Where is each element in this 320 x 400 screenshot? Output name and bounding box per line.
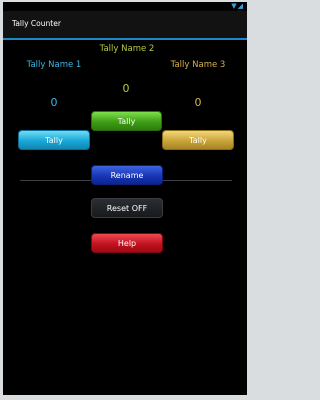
rename-button[interactable]: Rename [91,165,163,185]
tally-1-count: 0 [50,96,58,109]
app-screen: ▼◢ Tally Counter Tally Name 2 0 Tally Ta… [3,2,247,395]
tally-3-count: 0 [194,96,202,109]
status-bar: ▼◢ [3,2,247,11]
tally-3-button[interactable]: Tally [162,130,234,150]
tally-2-button[interactable]: Tally [91,111,162,131]
tally-2-count: 0 [122,82,130,95]
tally-3-name: Tally Name 3 [170,60,226,70]
tally-2-name: Tally Name 2 [99,44,155,54]
action-bar: Tally Counter [3,11,247,40]
reset-toggle-button[interactable]: Reset OFF [91,198,163,218]
status-icons: ▼◢ [231,2,244,10]
tally-1-button[interactable]: Tally [18,130,90,150]
help-button[interactable]: Help [91,233,163,253]
app-title: Tally Counter [12,19,61,28]
tally-1-name: Tally Name 1 [26,60,82,70]
